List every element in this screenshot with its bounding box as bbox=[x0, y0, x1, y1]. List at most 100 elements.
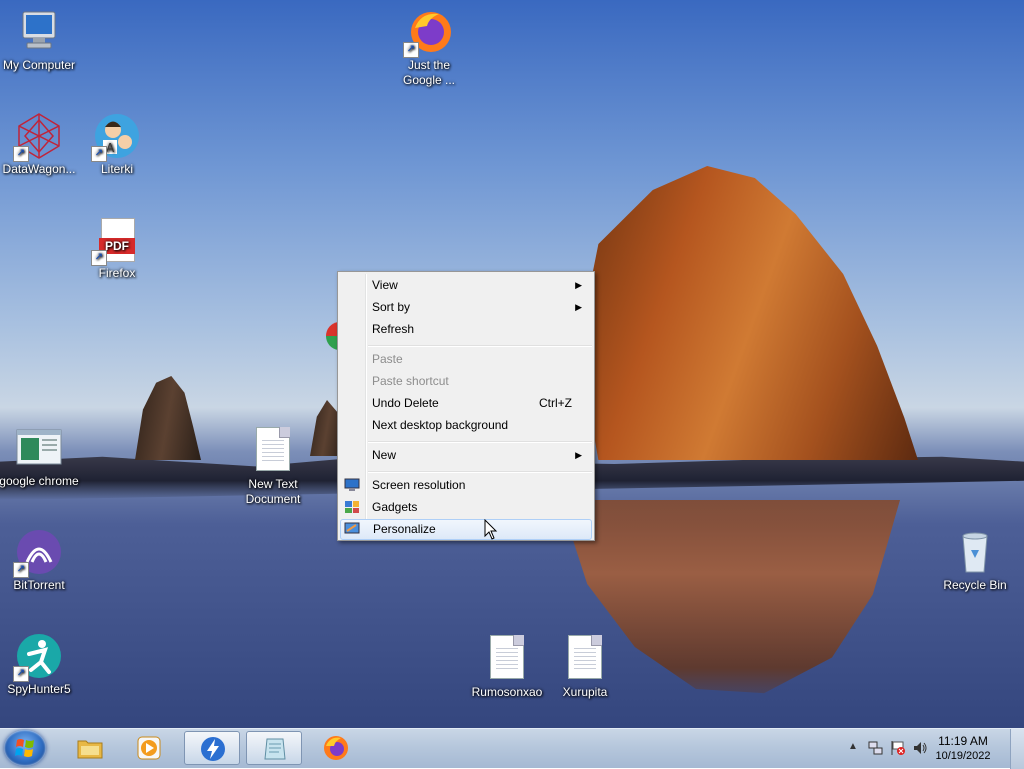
menu-item-personalize[interactable]: Personalize bbox=[340, 519, 592, 540]
desktop-icon-label: Recycle Bin bbox=[943, 578, 1007, 592]
desktop-icon-label: My Computer bbox=[2, 58, 76, 72]
clock-time[interactable]: 11:19 AM bbox=[928, 734, 998, 748]
pdf-icon: PDF ↗ bbox=[91, 216, 141, 266]
shortcut-arrow-icon: ↗ bbox=[91, 146, 107, 162]
shortcut-arrow-icon: ↗ bbox=[13, 562, 29, 578]
menu-item-label: Paste bbox=[372, 352, 403, 366]
desktop[interactable]: My Computer ↗ Just the Google ... ↗ Data… bbox=[0, 0, 1024, 728]
menu-item-label: New bbox=[372, 448, 397, 462]
menu-item-sort-by[interactable]: Sort by ▶ bbox=[340, 297, 592, 318]
menu-item-undo-delete[interactable]: Undo Delete Ctrl+Z bbox=[340, 393, 592, 414]
folder-icon bbox=[77, 735, 103, 761]
bittorrent-icon: ↗ bbox=[13, 528, 63, 578]
clock-date[interactable]: 10/19/2022 bbox=[928, 750, 998, 762]
mouse-cursor-icon bbox=[484, 518, 498, 541]
desktop-icon-rumosonxao[interactable]: Rumosonxao bbox=[465, 632, 549, 700]
desktop-icon-label: SpyHunter5 bbox=[7, 682, 71, 696]
gadgets-icon bbox=[344, 500, 360, 514]
menu-separator bbox=[368, 471, 592, 473]
small-rock bbox=[135, 376, 201, 460]
menu-item-gadgets[interactable]: Gadgets bbox=[340, 497, 592, 518]
desktop-icon-spyhunter[interactable]: ↗ SpyHunter5 bbox=[0, 632, 81, 697]
desktop-icon-label: Literki bbox=[100, 162, 133, 176]
menu-item-label: Sort by bbox=[372, 300, 411, 314]
menu-item-label: Personalize bbox=[373, 522, 436, 536]
text-document-icon bbox=[561, 635, 609, 683]
taskbar-notepad-button[interactable] bbox=[246, 731, 302, 765]
desktop-icon-just-the-google[interactable]: ↗ Just the Google ... bbox=[387, 8, 471, 88]
svg-text:A: A bbox=[106, 141, 115, 155]
desktop-icon-bittorrent[interactable]: ↗ BitTorrent bbox=[0, 528, 81, 593]
application-window-icon bbox=[15, 424, 63, 472]
menu-item-paste[interactable]: Paste bbox=[340, 349, 592, 370]
action-center-flag-icon[interactable] bbox=[890, 740, 906, 759]
thunder-app-icon bbox=[200, 736, 226, 762]
shortcut-arrow-icon: ↗ bbox=[91, 250, 107, 266]
submenu-arrow-icon: ▶ bbox=[575, 302, 582, 312]
desktop-context-menu: View ▶ Sort by ▶ Refresh Paste Paste sho… bbox=[337, 271, 595, 541]
show-hidden-icons-icon[interactable]: ▲ bbox=[848, 741, 858, 752]
desktop-icon-label: New Text Document bbox=[245, 477, 301, 506]
taskbar-explorer-button[interactable] bbox=[62, 731, 118, 765]
datawagon-icon: ↗ bbox=[13, 112, 63, 162]
text-document-icon bbox=[249, 427, 297, 475]
computer-icon bbox=[15, 8, 63, 56]
desktop-icon-my-computer[interactable]: My Computer bbox=[0, 8, 81, 73]
desktop-icon-datawagon[interactable]: ↗ DataWagon... bbox=[0, 112, 81, 177]
desktop-icon-firefox-pdf[interactable]: PDF ↗ Firefox bbox=[75, 216, 159, 281]
menu-item-label: Next desktop background bbox=[372, 418, 509, 432]
desktop-icon-label: BitTorrent bbox=[13, 578, 65, 592]
media-player-icon bbox=[136, 735, 162, 761]
menu-item-label: Paste shortcut bbox=[372, 374, 449, 388]
menu-item-shortcut: Ctrl+Z bbox=[539, 396, 572, 410]
shortcut-arrow-icon: ↗ bbox=[13, 666, 29, 682]
menu-item-label: Undo Delete bbox=[372, 396, 439, 410]
desktop-icon-label: google chrome bbox=[0, 474, 79, 488]
menu-item-next-desktop-background[interactable]: Next desktop background bbox=[340, 415, 592, 436]
network-icon[interactable] bbox=[868, 740, 884, 759]
desktop-icon-label: Xurupita bbox=[562, 685, 608, 699]
desktop-icon-label: Rumosonxao bbox=[471, 685, 543, 699]
recycle-bin-icon bbox=[951, 528, 999, 576]
volume-icon[interactable] bbox=[912, 740, 928, 759]
desktop-icon-literki[interactable]: A ↗ Literki bbox=[75, 112, 159, 177]
menu-item-paste-shortcut[interactable]: Paste shortcut bbox=[340, 371, 592, 392]
windows-start-icon[interactable] bbox=[4, 730, 46, 766]
menu-item-view[interactable]: View ▶ bbox=[340, 275, 592, 296]
text-document-icon bbox=[483, 635, 531, 683]
system-tray: ▲ 11:19 AM 10/19/2022 bbox=[834, 729, 1024, 769]
notepad-icon bbox=[262, 736, 288, 762]
menu-item-new[interactable]: New ▶ bbox=[340, 445, 592, 466]
menu-item-label: Refresh bbox=[372, 322, 415, 336]
desktop-icon-google-chrome[interactable]: google chrome bbox=[0, 424, 81, 489]
desktop-icon-label: Just the Google ... bbox=[402, 58, 456, 87]
desktop-icon-recycle-bin[interactable]: Recycle Bin bbox=[933, 528, 1017, 593]
haystack-rock bbox=[578, 166, 918, 460]
taskbar-media-player-button[interactable] bbox=[121, 731, 177, 765]
menu-item-label: Gadgets bbox=[372, 500, 418, 514]
firefox-icon bbox=[323, 735, 349, 761]
desktop-icon-label: DataWagon... bbox=[2, 162, 76, 176]
menu-item-screen-resolution[interactable]: Screen resolution bbox=[340, 475, 592, 496]
desktop-icon-label: Firefox bbox=[98, 266, 136, 280]
taskbar-firefox-button[interactable] bbox=[308, 731, 364, 765]
spyhunter-icon: ↗ bbox=[13, 632, 63, 682]
monitor-icon bbox=[344, 478, 360, 492]
desktop-icon-xurupita[interactable]: Xurupita bbox=[543, 632, 627, 700]
menu-item-label: View bbox=[372, 278, 398, 292]
taskbar-thunder-button[interactable] bbox=[184, 731, 240, 765]
literki-icon: A ↗ bbox=[91, 112, 141, 162]
desktop-icon-new-text-document[interactable]: New Text Document bbox=[231, 424, 315, 507]
menu-separator bbox=[368, 345, 592, 347]
shortcut-arrow-icon: ↗ bbox=[403, 42, 419, 58]
firefox-icon: ↗ bbox=[403, 8, 453, 58]
shortcut-arrow-icon: ↗ bbox=[13, 146, 29, 162]
menu-separator bbox=[368, 441, 592, 443]
menu-item-label: Screen resolution bbox=[372, 478, 466, 492]
submenu-arrow-icon: ▶ bbox=[575, 280, 582, 290]
menu-item-refresh[interactable]: Refresh bbox=[340, 319, 592, 340]
submenu-arrow-icon: ▶ bbox=[575, 450, 582, 460]
taskbar: ▲ 11:19 AM 10/19/2022 bbox=[0, 728, 1024, 769]
personalize-icon bbox=[344, 522, 360, 536]
show-desktop-button[interactable] bbox=[1010, 729, 1024, 769]
